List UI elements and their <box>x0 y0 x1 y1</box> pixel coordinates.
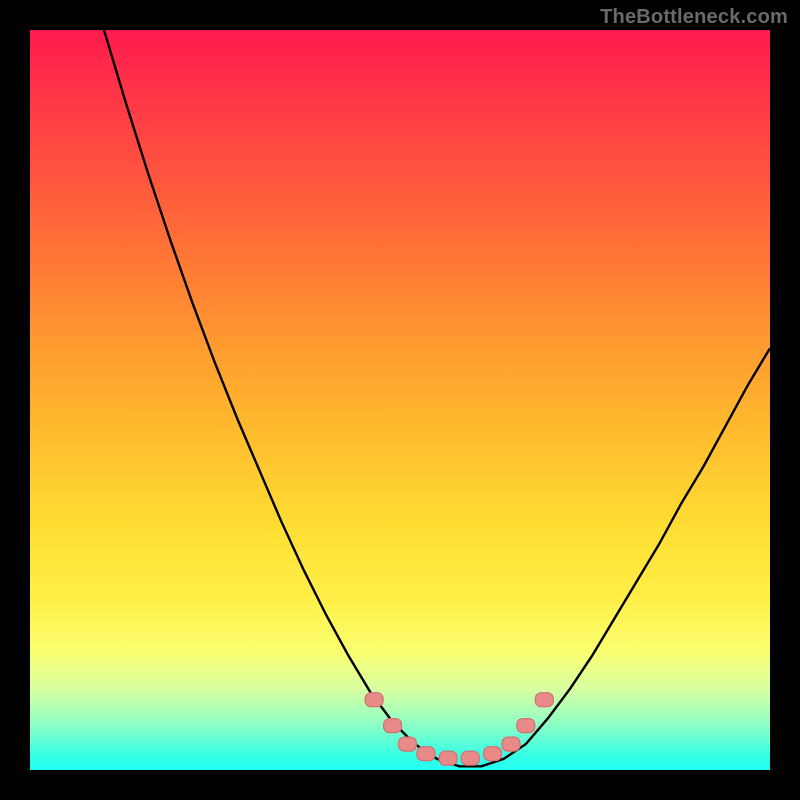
floor-marker <box>365 693 383 707</box>
floor-marker <box>439 751 457 765</box>
floor-marker <box>535 693 553 707</box>
outer-frame: TheBottleneck.com <box>0 0 800 800</box>
floor-marker <box>484 747 502 761</box>
chart-svg <box>30 30 770 770</box>
floor-markers <box>365 693 553 766</box>
floor-marker <box>461 751 479 765</box>
floor-marker <box>398 737 416 751</box>
floor-marker <box>517 719 535 733</box>
plot-area <box>30 30 770 770</box>
bottleneck-curve <box>104 30 770 766</box>
floor-marker <box>384 719 402 733</box>
watermark-text: TheBottleneck.com <box>600 6 788 29</box>
floor-marker <box>417 747 435 761</box>
floor-marker <box>502 737 520 751</box>
